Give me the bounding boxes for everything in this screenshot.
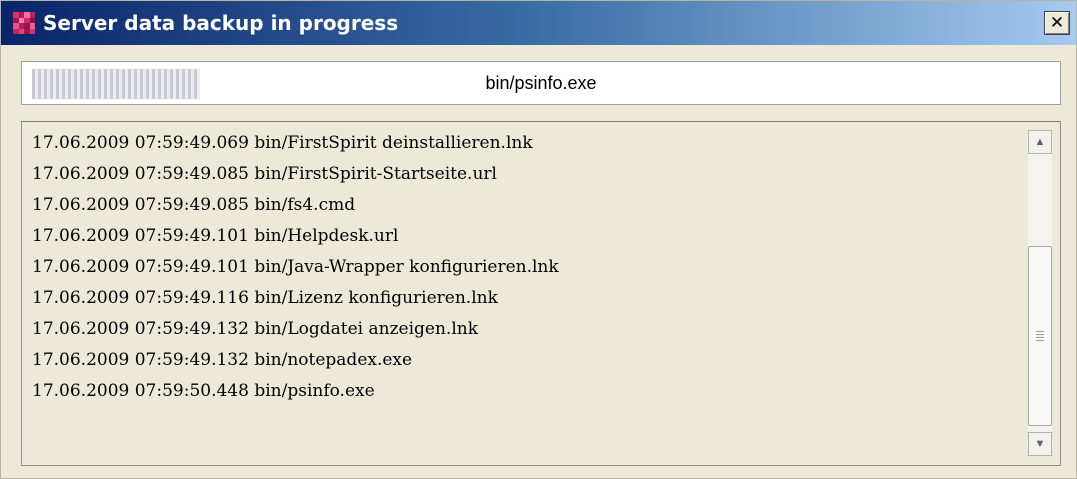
close-button[interactable]: ✕ bbox=[1044, 11, 1070, 35]
arrow-down-icon: ▼ bbox=[1034, 438, 1046, 450]
title-bar[interactable]: Server data backup in progress ✕ bbox=[1, 1, 1076, 45]
log-line: 17.06.2009 07:59:49.132 bin/Logdatei anz… bbox=[32, 319, 479, 339]
log-list: 17.06.2009 07:59:49.069 bin/FirstSpirit … bbox=[32, 128, 1017, 407]
log-line: 17.06.2009 07:59:49.085 bin/FirstSpirit-… bbox=[32, 164, 497, 184]
close-icon: ✕ bbox=[1049, 13, 1065, 33]
log-panel: 17.06.2009 07:59:49.069 bin/FirstSpirit … bbox=[21, 121, 1061, 466]
arrow-up-icon: ▲ bbox=[1034, 136, 1046, 148]
log-line: 17.06.2009 07:59:50.448 bin/psinfo.exe bbox=[32, 381, 375, 401]
scroll-up-button[interactable]: ▲ bbox=[1028, 130, 1052, 154]
firstspirit-app-icon bbox=[13, 12, 35, 34]
log-line: 17.06.2009 07:59:49.132 bin/notepadex.ex… bbox=[32, 350, 413, 370]
log-line: 17.06.2009 07:59:49.085 bin/fs4.cmd bbox=[32, 195, 356, 215]
scrollbar-thumb[interactable] bbox=[1028, 246, 1052, 426]
log-line: 17.06.2009 07:59:49.116 bin/Lizenz konfi… bbox=[32, 288, 498, 308]
log-line: 17.06.2009 07:59:49.069 bin/FirstSpirit … bbox=[32, 133, 533, 153]
log-line: 17.06.2009 07:59:49.101 bin/Helpdesk.url bbox=[32, 226, 399, 246]
progress-panel: bin/psinfo.exe bbox=[21, 61, 1061, 105]
current-file-label: bin/psinfo.exe bbox=[485, 72, 597, 93]
window-title: Server data backup in progress bbox=[43, 11, 399, 35]
scroll-down-button[interactable]: ▼ bbox=[1028, 432, 1052, 456]
grip-icon bbox=[1036, 331, 1044, 341]
vertical-scrollbar[interactable]: ▲ ▼ bbox=[1028, 130, 1052, 456]
log-line: 17.06.2009 07:59:49.101 bin/Java-Wrapper… bbox=[32, 257, 559, 277]
backup-dialog: Server data backup in progress ✕ bin/psi… bbox=[0, 0, 1077, 479]
